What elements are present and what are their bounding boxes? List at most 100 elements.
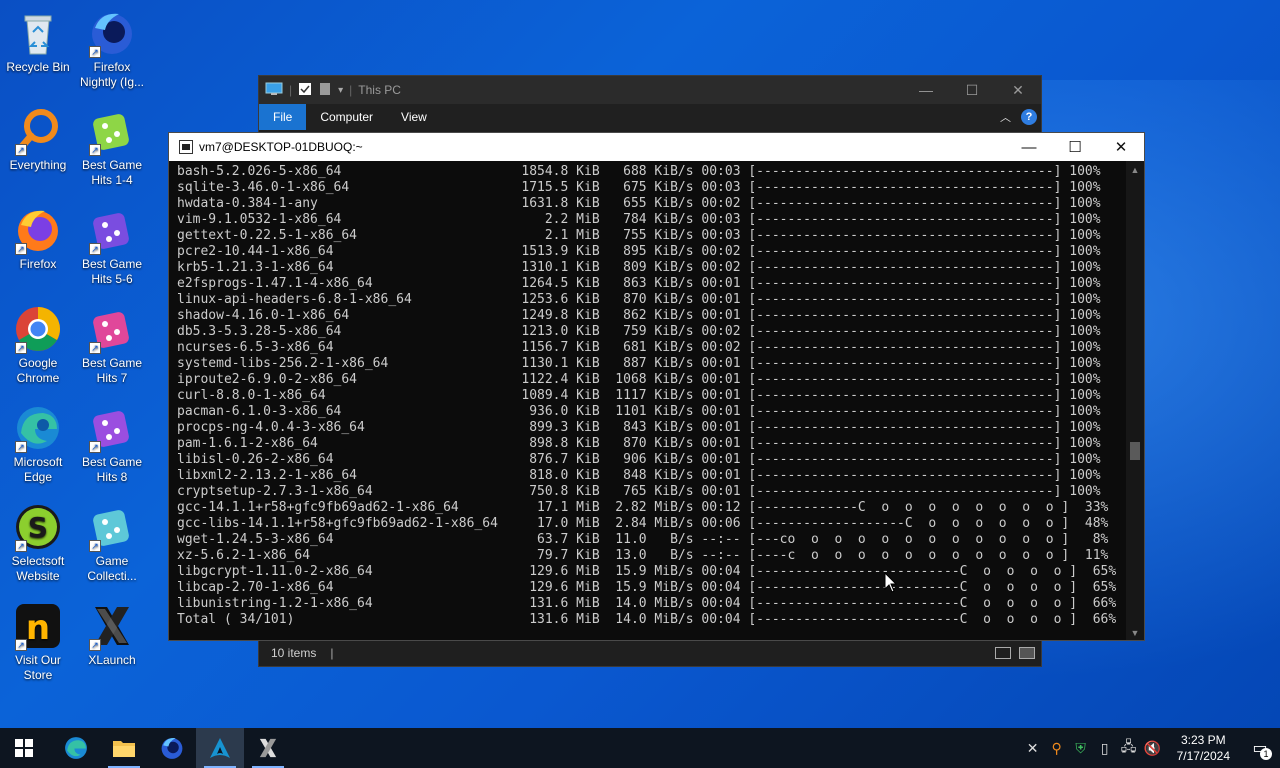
arch-terminal-icon — [210, 738, 230, 758]
desktop-icon-label: Best Game Hits 5-6 — [81, 257, 143, 286]
desktop-icon-label: XLaunch — [88, 653, 136, 667]
game-dice-icon: ↗ — [87, 502, 137, 552]
tray-xlaunch-icon[interactable]: ✕ — [1021, 728, 1045, 768]
desktop-icon-firefox-nightly[interactable]: ↗ Firefox Nightly (Ig... — [74, 8, 150, 90]
tab-computer[interactable]: Computer — [306, 104, 387, 130]
minimize-button[interactable]: — — [903, 76, 949, 104]
tab-file[interactable]: File — [259, 104, 307, 130]
desktop-icon-everything[interactable]: ↗ Everything — [0, 106, 76, 173]
terminal-line: systemd-libs-256.2-1-x86_64 1130.1 KiB 8… — [177, 356, 1101, 371]
toolbar-separator: | — [349, 83, 353, 97]
svg-text:S: S — [28, 511, 48, 544]
terminal-scrollbar[interactable]: ▲ ▼ — [1126, 161, 1144, 640]
explorer-titlebar[interactable]: | ▾ | This PC — ☐ ✕ — [259, 76, 1041, 104]
desktop-icon-label: Recycle Bin — [6, 60, 70, 74]
tab-view[interactable]: View — [387, 104, 441, 130]
customize-toolbar-chevron-icon[interactable]: ▾ — [338, 85, 343, 96]
shortcut-arrow-icon: ↗ — [89, 441, 101, 453]
close-button[interactable]: ✕ — [1098, 133, 1144, 161]
desktop-icon-label: Game Collecti... — [87, 554, 137, 583]
large-icons-view-icon[interactable] — [1019, 647, 1035, 659]
terminal-output[interactable]: bash-5.2.026-5-x86_64 1854.8 KiB 688 KiB… — [169, 161, 1126, 640]
notification-count-badge: 1 — [1260, 748, 1272, 760]
start-button[interactable] — [0, 728, 48, 768]
desktop-icon-selectsoft[interactable]: S ↗ Selectsoft Website — [0, 502, 76, 584]
game-dice-icon: ↗ — [87, 106, 137, 156]
recycle-bin-icon — [13, 8, 63, 58]
desktop-icon-game-collection[interactable]: ↗ Game Collecti... — [74, 502, 150, 584]
desktop-icon-best-game-hits-7[interactable]: ↗ Best Game Hits 7 — [74, 304, 150, 386]
terminal-line: hwdata-0.384-1-any 1631.8 KiB 655 KiB/s … — [177, 196, 1101, 211]
close-button[interactable]: ✕ — [995, 76, 1041, 104]
taskbar-file-explorer[interactable] — [100, 728, 148, 768]
desktop-icon-best-game-hits-8[interactable]: ↗ Best Game Hits 8 — [74, 403, 150, 485]
minimize-button[interactable]: — — [1006, 133, 1052, 161]
desktop-icon-edge[interactable]: ↗ Microsoft Edge — [0, 403, 76, 485]
explorer-title: This PC — [358, 83, 401, 97]
desktop-icon-best-game-hits-1-4[interactable]: ↗ Best Game Hits 1-4 — [74, 106, 150, 188]
terminal-line: e2fsprogs-1.47.1-4-x86_64 1264.5 KiB 863… — [177, 276, 1101, 291]
xlaunch-icon — [259, 738, 277, 758]
terminal-line: libunistring-1.2-1-x86_64 131.6 MiB 14.0… — [177, 596, 1117, 611]
terminal-window[interactable]: vm7@DESKTOP-01DBUOQ:~ — ☐ ✕ bash-5.2.026… — [168, 132, 1145, 641]
toolbar-separator: | — [289, 83, 293, 97]
expand-ribbon-chevron-icon[interactable]: ︿ — [1000, 109, 1011, 125]
terminal-line: procps-ng-4.0.4-3-x86_64 899.3 KiB 843 K… — [177, 420, 1101, 435]
taskbar-clock[interactable]: 3:23 PM 7/17/2024 — [1165, 732, 1240, 764]
terminal-line: Total ( 34/101) 131.6 MiB 14.0 MiB/s 00:… — [177, 612, 1117, 627]
terminal-line: gcc-14.1.1+r58+gfc9fb69ad62-1-x86_64 17.… — [177, 500, 1109, 515]
xlaunch-icon: ↗ — [87, 601, 137, 651]
scroll-down-arrow-icon[interactable]: ▼ — [1130, 628, 1140, 638]
tray-volume-muted-icon[interactable]: 🔇 — [1141, 728, 1165, 768]
terminal-line: gcc-libs-14.1.1+r58+gfc9fb69ad62-1-x86_6… — [177, 516, 1109, 531]
taskbar-xlaunch[interactable] — [244, 728, 292, 768]
terminal-line: gettext-0.22.5-1-x86_64 2.1 MiB 755 KiB/… — [177, 228, 1101, 243]
taskbar-edge[interactable] — [52, 728, 100, 768]
desktop-icon-xlaunch[interactable]: ↗ XLaunch — [74, 601, 150, 668]
desktop-icon-store[interactable]: n ↗ Visit Our Store — [0, 601, 76, 683]
help-icon[interactable]: ? — [1021, 109, 1037, 125]
terminal-line: curl-8.8.0-1-x86_64 1089.4 KiB 1117 KiB/… — [177, 388, 1101, 403]
explorer-status-bar: 10 items | — [259, 640, 1041, 666]
tray-everything-search-icon[interactable]: ⚲ — [1045, 728, 1069, 768]
tray-network-icon[interactable]: 🖧 — [1117, 728, 1141, 768]
svg-text:n: n — [26, 608, 50, 648]
terminal-line: pacman-6.1.0-3-x86_64 936.0 KiB 1101 KiB… — [177, 404, 1101, 419]
mouse-pointer-icon — [884, 571, 898, 599]
taskbar-terminal[interactable] — [196, 728, 244, 768]
selectsoft-icon: S ↗ — [13, 502, 63, 552]
status-separator: | — [330, 646, 334, 660]
terminal-line: pam-1.6.1-2-x86_64 898.8 KiB 870 KiB/s 0… — [177, 436, 1101, 451]
details-view-icon[interactable] — [995, 647, 1011, 659]
desktop-icon-best-game-hits-5-6[interactable]: ↗ Best Game Hits 5-6 — [74, 205, 150, 287]
terminal-line: shadow-4.16.0-1-x86_64 1249.8 KiB 862 Ki… — [177, 308, 1101, 323]
tray-security-shield-icon[interactable]: ⛨ — [1069, 728, 1093, 768]
terminal-titlebar[interactable]: vm7@DESKTOP-01DBUOQ:~ — ☐ ✕ — [169, 133, 1144, 161]
tray-usb-device-icon[interactable]: ▯ — [1093, 728, 1117, 768]
maximize-button[interactable]: ☐ — [1052, 133, 1098, 161]
taskbar-firefox-nightly[interactable] — [148, 728, 196, 768]
maximize-button[interactable]: ☐ — [949, 76, 995, 104]
item-count: 10 items — [271, 646, 317, 660]
chrome-icon: ↗ — [13, 304, 63, 354]
ribbon-right-controls: ︿ ? — [1000, 109, 1041, 125]
quick-access-toolbar: | ▾ | — [259, 82, 352, 99]
new-folder-icon[interactable] — [318, 82, 332, 99]
desktop-icon-chrome[interactable]: ↗ Google Chrome — [0, 304, 76, 386]
shortcut-arrow-icon: ↗ — [15, 540, 27, 552]
edge-icon — [65, 737, 87, 759]
terminal-line: libcap-2.70-1-x86_64 129.6 MiB 15.9 MiB/… — [177, 580, 1117, 595]
desktop-icon-label: Firefox Nightly (Ig... — [79, 60, 145, 89]
properties-icon[interactable] — [298, 82, 312, 99]
desktop-icon-firefox[interactable]: ↗ Firefox — [0, 205, 76, 272]
terminal-line: iproute2-6.9.0-2-x86_64 1122.4 KiB 1068 … — [177, 372, 1101, 387]
scroll-thumb[interactable] — [1130, 442, 1140, 460]
terminal-line: pcre2-10.44-1-x86_64 1513.9 KiB 895 KiB/… — [177, 244, 1101, 259]
firefox-nightly-icon — [161, 738, 183, 759]
desktop-icon-label: Best Game Hits 8 — [81, 455, 143, 484]
scroll-up-arrow-icon[interactable]: ▲ — [1130, 165, 1140, 175]
desktop-icon-recycle-bin[interactable]: Recycle Bin — [0, 8, 76, 75]
game-dice-icon: ↗ — [87, 304, 137, 354]
desktop-icon-label: Selectsoft Website — [11, 554, 65, 583]
action-center-button[interactable]: ▭ 1 — [1240, 728, 1280, 768]
